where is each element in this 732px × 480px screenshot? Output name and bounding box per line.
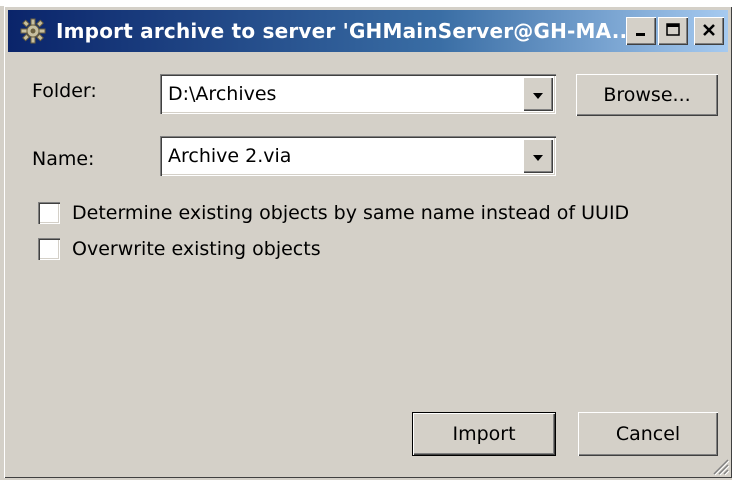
title-bar[interactable]: Import archive to server 'GHMainServer@G… <box>8 10 728 52</box>
name-label: Name: <box>32 148 95 170</box>
resize-grip-icon[interactable] <box>708 454 730 476</box>
close-button[interactable] <box>694 17 724 45</box>
name-dropdown-button[interactable] <box>523 139 553 173</box>
maximize-button[interactable] <box>658 17 688 45</box>
window-title: Import archive to server 'GHMainServer@G… <box>56 19 626 43</box>
folder-dropdown-button[interactable] <box>523 77 553 111</box>
minimize-icon <box>634 22 648 41</box>
folder-value[interactable]: D:\Archives <box>168 74 276 114</box>
same-name-label[interactable]: Determine existing objects by same name … <box>72 202 629 224</box>
gear-icon <box>18 16 48 46</box>
cancel-button[interactable]: Cancel <box>578 412 718 456</box>
import-button[interactable]: Import <box>412 412 556 456</box>
chevron-down-icon <box>532 147 544 166</box>
chevron-down-icon <box>532 85 544 104</box>
folder-label: Folder: <box>32 80 97 102</box>
option-overwrite-row[interactable]: Overwrite existing objects <box>38 238 321 260</box>
name-combobox[interactable]: Archive 2.via <box>160 136 556 176</box>
overwrite-label[interactable]: Overwrite existing objects <box>72 238 321 260</box>
import-archive-dialog: Import archive to server 'GHMainServer@G… <box>4 6 732 478</box>
window-controls <box>626 17 724 45</box>
same-name-checkbox[interactable] <box>38 202 60 224</box>
option-same-name-row[interactable]: Determine existing objects by same name … <box>38 202 629 224</box>
minimize-button[interactable] <box>626 17 656 45</box>
folder-combobox[interactable]: D:\Archives <box>160 74 556 114</box>
browse-button[interactable]: Browse... <box>576 74 718 116</box>
overwrite-checkbox[interactable] <box>38 238 60 260</box>
close-icon <box>702 22 716 41</box>
maximize-icon <box>665 22 681 41</box>
name-value[interactable]: Archive 2.via <box>168 136 291 176</box>
